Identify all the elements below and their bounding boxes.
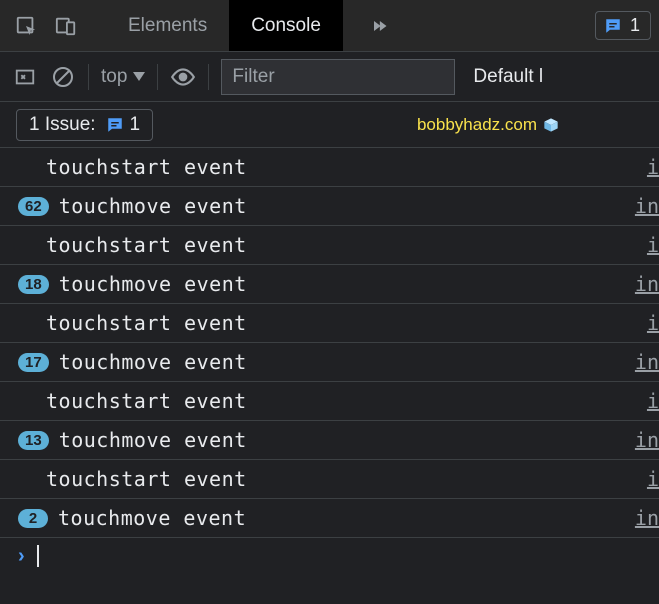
log-row[interactable]: touchstart event i xyxy=(0,382,659,421)
log-message: touchmove event xyxy=(59,272,247,296)
log-row[interactable]: touchstart event i xyxy=(0,460,659,499)
log-row[interactable]: 13 touchmove event in xyxy=(0,421,659,460)
tab-elements[interactable]: Elements xyxy=(106,0,229,51)
chat-icon xyxy=(604,17,622,35)
header-issues-badge[interactable]: 1 xyxy=(595,11,651,40)
log-source-link[interactable]: in xyxy=(635,272,659,296)
log-message: touchstart event xyxy=(46,311,247,335)
more-tabs-icon[interactable] xyxy=(361,8,397,44)
issues-count: 1 xyxy=(130,114,141,136)
toolbar-divider xyxy=(208,64,209,90)
toolbar-divider xyxy=(88,64,89,90)
toolbar-divider xyxy=(157,64,158,90)
log-message: touchstart event xyxy=(46,389,247,413)
log-source-link[interactable]: in xyxy=(635,194,659,218)
log-message: touchmove event xyxy=(59,350,247,374)
log-row[interactable]: 62 touchmove event in xyxy=(0,187,659,226)
tab-console[interactable]: Console xyxy=(229,0,343,51)
repeat-count-badge: 17 xyxy=(18,353,49,372)
log-row[interactable]: 2 touchmove event in xyxy=(0,499,659,538)
log-row[interactable]: 17 touchmove event in xyxy=(0,343,659,382)
context-selector[interactable]: top xyxy=(101,66,145,88)
repeat-count-badge: 62 xyxy=(18,197,49,216)
log-source-link[interactable]: in xyxy=(635,428,659,452)
log-levels-selector[interactable]: Default l xyxy=(473,66,543,88)
log-message: touchstart event xyxy=(46,467,247,491)
chat-icon xyxy=(106,116,124,134)
log-row[interactable]: touchstart event i xyxy=(0,304,659,343)
chevron-down-icon xyxy=(133,72,145,81)
console-log-list: touchstart event i 62 touchmove event in touc… xyxy=(0,148,659,538)
brand-text: bobbyhadz.com xyxy=(417,115,537,135)
log-source-link[interactable]: i xyxy=(647,233,659,257)
issues-button[interactable]: 1 Issue: 1 xyxy=(16,109,153,141)
log-message: touchmove event xyxy=(59,428,247,452)
log-source-link[interactable]: i xyxy=(647,311,659,335)
repeat-count-badge: 18 xyxy=(18,275,49,294)
live-expression-icon[interactable] xyxy=(170,64,196,90)
brand-watermark: bobbyhadz.com xyxy=(417,115,559,135)
chevron-right-icon: › xyxy=(18,545,25,568)
log-message: touchstart event xyxy=(46,233,247,257)
filter-input[interactable] xyxy=(221,59,455,95)
log-source-link[interactable]: i xyxy=(647,467,659,491)
repeat-count-badge: 2 xyxy=(18,509,48,528)
clear-console-icon[interactable] xyxy=(50,64,76,90)
log-message: touchmove event xyxy=(59,194,247,218)
log-message: touchstart event xyxy=(46,155,247,179)
log-source-link[interactable]: in xyxy=(635,506,659,530)
text-cursor xyxy=(37,545,39,567)
log-source-link[interactable]: in xyxy=(635,350,659,374)
context-label: top xyxy=(101,66,127,88)
console-prompt[interactable]: › xyxy=(0,538,659,574)
repeat-count-badge: 13 xyxy=(18,431,49,450)
issues-subbar: 1 Issue: 1 bobbyhadz.com xyxy=(0,102,659,148)
log-row[interactable]: touchstart event i xyxy=(0,226,659,265)
log-message: touchmove event xyxy=(58,506,246,530)
sidebar-toggle-icon[interactable] xyxy=(12,64,38,90)
cube-icon xyxy=(543,117,559,133)
log-source-link[interactable]: i xyxy=(647,155,659,179)
issues-label: 1 Issue: xyxy=(29,114,96,136)
device-toggle-icon[interactable] xyxy=(48,8,84,44)
log-source-link[interactable]: i xyxy=(647,389,659,413)
console-toolbar: top Default l xyxy=(0,52,659,102)
log-row[interactable]: 18 touchmove event in xyxy=(0,265,659,304)
inspect-icon[interactable] xyxy=(8,8,44,44)
devtools-tabbar: Elements Console 1 xyxy=(0,0,659,52)
panel-tabs: Elements Console xyxy=(106,0,343,51)
header-issues-count: 1 xyxy=(630,15,640,36)
log-row[interactable]: touchstart event i xyxy=(0,148,659,187)
